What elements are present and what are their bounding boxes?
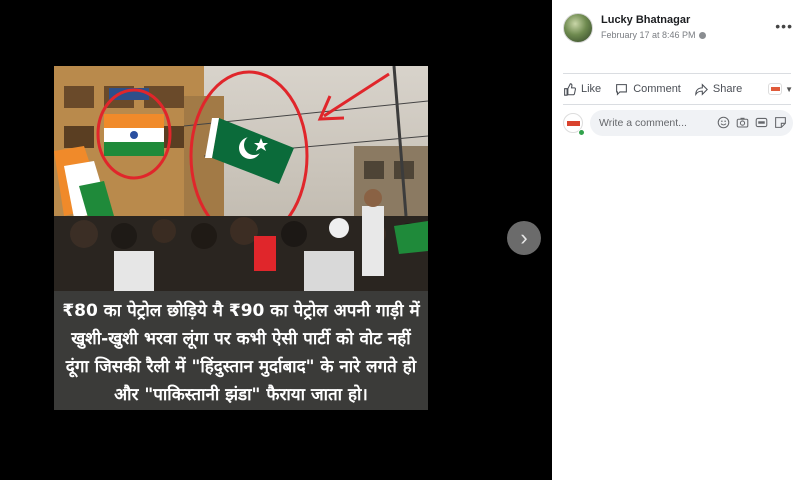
comment-placeholder: Write a comment... <box>599 117 687 129</box>
caption-line: दूंगा जिसकी रैली में "हिंदुस्तान मुर्दाब… <box>65 357 417 377</box>
comment-input[interactable]: Write a comment... <box>590 110 793 136</box>
share-icon <box>695 82 708 96</box>
chevron-right-icon: › <box>520 225 528 250</box>
chevron-down-icon: ▼ <box>785 84 793 94</box>
comment-tools <box>717 116 787 129</box>
sticker-icon[interactable] <box>774 116 787 129</box>
online-status-dot <box>578 129 585 136</box>
like-button[interactable]: Like <box>563 82 602 96</box>
caption-line: और "पाकिस्तानी झंडा" फैराया जाता हो। <box>114 385 368 405</box>
emoji-icon[interactable] <box>717 116 730 129</box>
comment-composer: Write a comment... <box>563 110 793 136</box>
divider <box>563 73 791 74</box>
comment-icon <box>616 83 628 96</box>
share-as-menu[interactable]: ▼ <box>768 83 793 95</box>
gif-icon[interactable] <box>755 116 768 129</box>
comment-label: Comment <box>633 83 681 95</box>
rally-scene-image <box>54 66 428 291</box>
like-label: Like <box>581 83 602 95</box>
more-icon: ••• <box>775 18 793 34</box>
share-label: Share <box>712 83 743 95</box>
globe-icon <box>698 32 706 40</box>
photo-caption: ₹80 का पेट्रोल छोड़िये मै ₹90 का पेट्रोल… <box>54 291 428 410</box>
share-button[interactable]: Share <box>695 82 743 96</box>
caption-line: ₹80 का पेट्रोल छोड़िये मै ₹90 का पेट्रोल… <box>62 301 420 321</box>
post-photo[interactable]: ₹80 का पेट्रोल छोड़िये मै ₹90 का पेट्रोल… <box>54 66 428 410</box>
post-meta: February 17 at 8:46 PM <box>601 30 706 40</box>
post-header: Lucky Bhatnagar February 17 at 8:46 PM •… <box>563 12 793 46</box>
next-photo-button[interactable]: › <box>507 221 541 255</box>
like-icon <box>564 82 576 96</box>
camera-icon[interactable] <box>736 116 749 129</box>
avatar[interactable] <box>563 13 593 43</box>
caption-line: खुशी-खुशी भरवा लूंगा पर कभी ऐसी पार्टी क… <box>71 329 411 349</box>
comment-button[interactable]: Comment <box>615 83 681 96</box>
post-timestamp[interactable]: February 17 at 8:46 PM <box>601 30 696 40</box>
divider <box>563 104 791 105</box>
post-side-panel: Lucky Bhatnagar February 17 at 8:46 PM •… <box>552 0 800 480</box>
page-avatar <box>768 83 783 95</box>
more-options-button[interactable]: ••• <box>775 18 793 34</box>
photo-viewer: ₹80 का पेट्रोल छोड़िये मै ₹90 का पेट्रोल… <box>0 0 552 480</box>
author-name[interactable]: Lucky Bhatnagar <box>601 14 690 26</box>
action-bar: Like Comment Share ▼ <box>563 78 793 100</box>
